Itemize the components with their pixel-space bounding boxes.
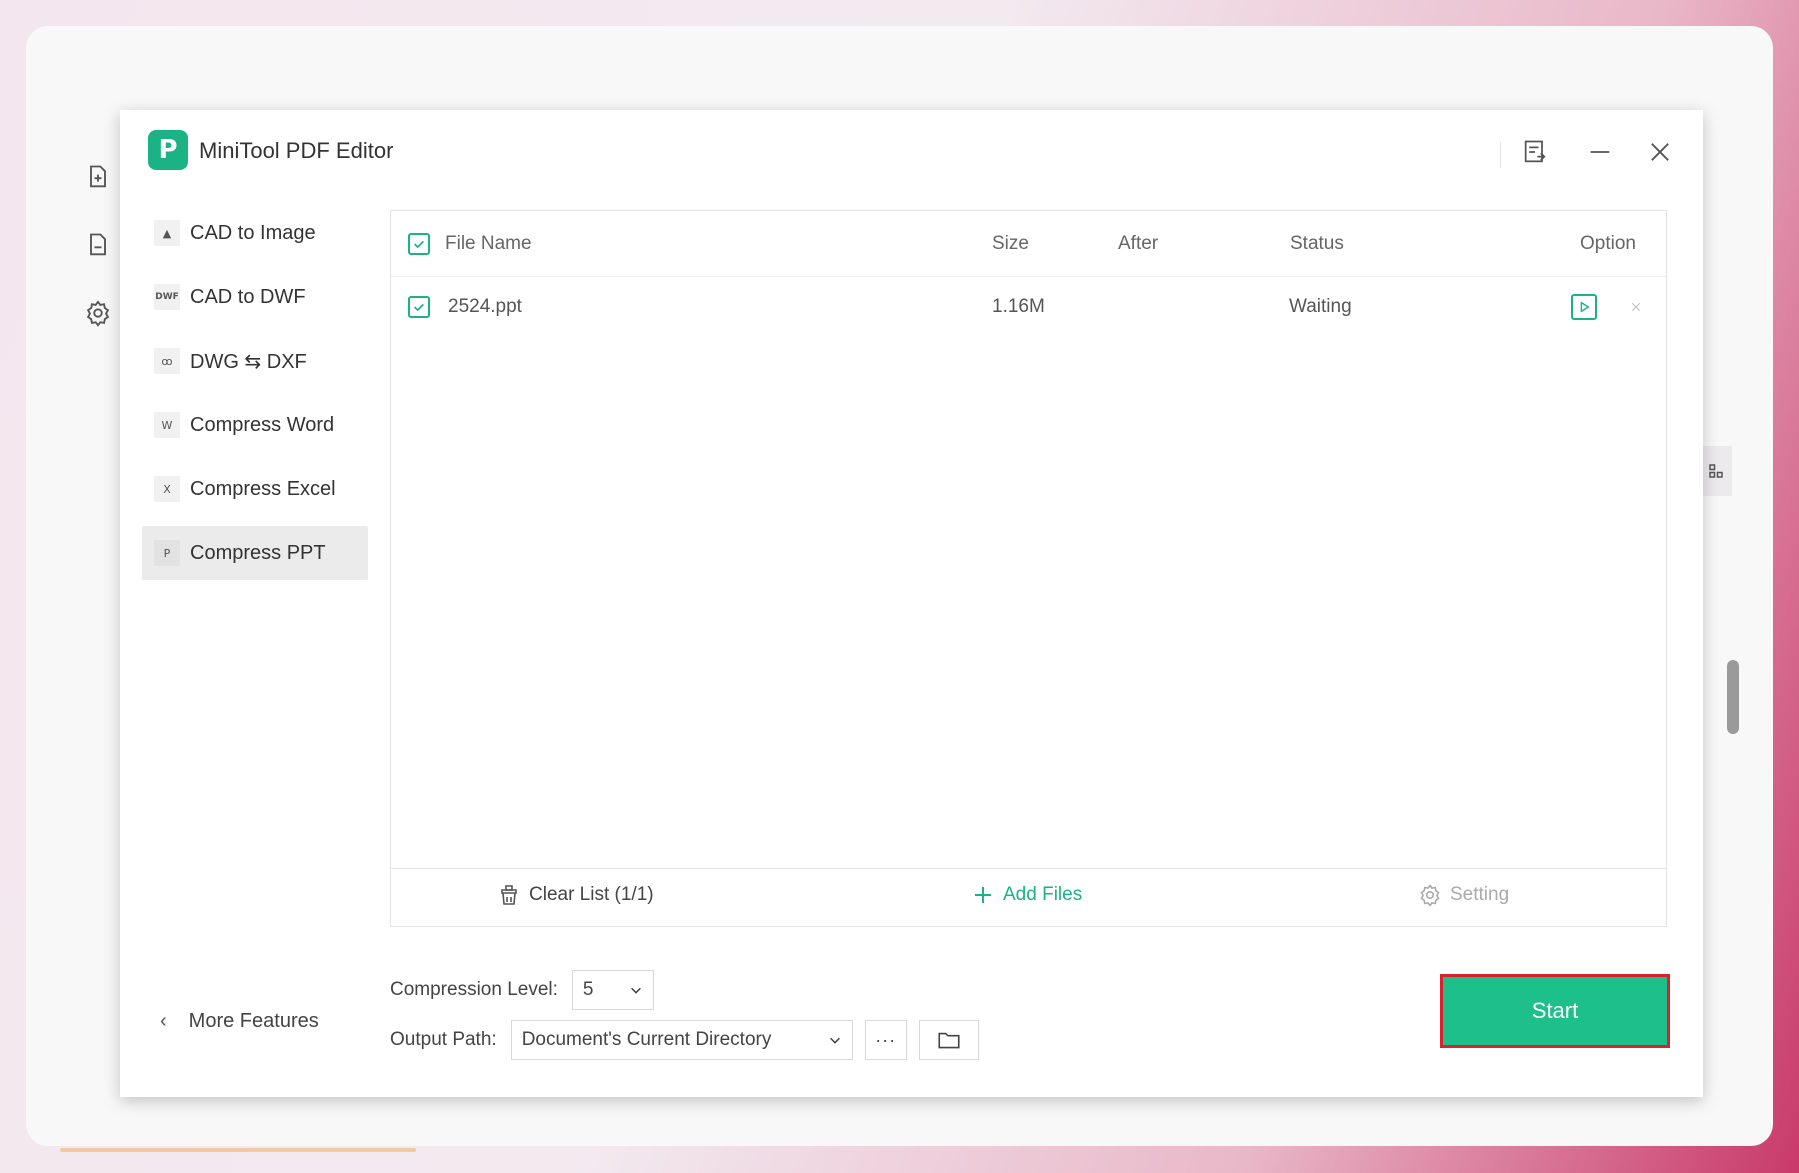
column-size: Size <box>992 233 1029 254</box>
broom-icon <box>501 885 517 905</box>
more-features-label: More Features <box>188 1010 319 1032</box>
panel-toggle-handle[interactable] <box>1700 446 1732 496</box>
sidebar-item-compress-excel[interactable]: X Compress Excel <box>142 462 368 516</box>
sidebar-item-label: Compress Excel <box>190 477 336 500</box>
ppt-compress-icon: P <box>154 540 180 566</box>
sidebar-item-label: Compress PPT <box>190 541 326 564</box>
chevron-down-icon <box>829 1037 840 1044</box>
ellipsis-icon: ··· <box>875 1029 897 1050</box>
excel-compress-icon: X <box>154 476 180 502</box>
sidebar-item-compress-ppt[interactable]: P Compress PPT <box>142 526 368 580</box>
compression-level-select[interactable]: 5 <box>571 970 654 1010</box>
sidebar-item-dwg-dxf[interactable]: ꝏ DWG ⇆ DXF <box>142 334 368 388</box>
browse-more-button[interactable]: ··· <box>864 1020 907 1060</box>
output-path-label: Output Path: <box>390 1029 497 1050</box>
output-path-row: Output Path: Document's Current Director… <box>390 1020 979 1060</box>
settings-gear-icon <box>1420 884 1440 907</box>
chevron-left-icon: ‹ <box>160 1010 167 1032</box>
app-title: MiniTool PDF Editor <box>199 138 394 163</box>
table-row[interactable]: 2524.ppt 1.16M Waiting <box>391 277 1666 337</box>
file-list-header: File Name Size After Status Option <box>391 211 1666 277</box>
column-option: Option <box>1580 233 1636 254</box>
row-checkbox[interactable] <box>408 296 430 318</box>
output-path-select[interactable]: Document's Current Directory <box>510 1020 853 1060</box>
sidebar-item-label: CAD to Image <box>190 221 316 244</box>
sidebar-item-label: Compress Word <box>190 413 335 436</box>
dwf-icon: DWF <box>154 284 180 310</box>
image-icon: ▲ <box>154 220 180 246</box>
start-button[interactable]: Start <box>1440 974 1670 1048</box>
progress-line <box>60 1148 416 1152</box>
column-status: Status <box>1290 233 1344 254</box>
title-bar: P MiniTool PDF Editor <box>120 110 1703 194</box>
check-icon <box>414 303 424 312</box>
sidebar-item-cad-to-dwf[interactable]: DWF CAD to DWF <box>142 270 368 324</box>
close-button[interactable] <box>1642 134 1678 170</box>
close-icon <box>1651 143 1669 161</box>
check-icon <box>414 240 424 249</box>
clear-list-button[interactable]: Clear List (1/1) <box>497 883 654 907</box>
minimize-button[interactable] <box>1582 134 1618 170</box>
setting-label: Setting <box>1450 884 1510 905</box>
file-name: 2524.ppt <box>448 296 522 317</box>
logo-letter: P <box>158 135 178 165</box>
start-file-button[interactable] <box>1571 294 1597 320</box>
word-compress-icon: W <box>154 412 180 438</box>
new-document-icon[interactable] <box>76 155 120 199</box>
folder-icon <box>938 1032 960 1049</box>
play-icon <box>1580 301 1590 313</box>
sidebar-item-cad-to-image[interactable]: ▲ CAD to Image <box>142 206 368 260</box>
feedback-icon <box>1524 140 1546 163</box>
dwg-dxf-icon: ꝏ <box>154 348 180 374</box>
compression-level-value: 5 <box>582 979 594 1000</box>
settings-gear-icon[interactable] <box>76 291 120 335</box>
plus-icon <box>975 887 991 903</box>
column-file-name: File Name <box>445 233 532 254</box>
file-status: Waiting <box>1289 296 1352 317</box>
document-icon[interactable] <box>76 223 120 267</box>
sidebar-item-compress-word[interactable]: W Compress Word <box>142 398 368 452</box>
chevron-down-icon <box>630 987 641 994</box>
sidebar-item-label: DWG ⇆ DXF <box>190 350 307 373</box>
add-files-label: Add Files <box>1003 884 1083 905</box>
add-files-button[interactable]: Add Files <box>971 883 1082 907</box>
remove-file-button[interactable] <box>1625 296 1647 318</box>
compress-dialog: P MiniTool PDF Editor ▲ CAD to Image DWF… <box>120 110 1703 1097</box>
close-icon <box>1631 302 1641 312</box>
feedback-button[interactable] <box>1517 134 1553 170</box>
open-folder-button[interactable] <box>918 1020 979 1060</box>
compression-level-label: Compression Level: <box>390 979 558 1000</box>
feature-sidebar: ▲ CAD to Image DWF CAD to DWF ꝏ DWG ⇆ DX… <box>142 206 368 590</box>
output-path-value: Document's Current Directory <box>521 1029 772 1050</box>
start-label: Start <box>1531 998 1579 1023</box>
file-list-footer: Clear List (1/1) Add Files Setting <box>391 868 1666 926</box>
select-all-checkbox[interactable] <box>408 233 430 255</box>
title-divider <box>1500 142 1501 168</box>
scrollbar-thumb[interactable] <box>1727 660 1739 734</box>
left-toolbar <box>76 155 120 359</box>
grid-icon <box>1709 464 1723 478</box>
minimize-icon <box>1590 151 1610 153</box>
sidebar-item-label: CAD to DWF <box>190 285 306 308</box>
setting-button[interactable]: Setting <box>1418 883 1509 907</box>
clear-list-label: Clear List (1/1) <box>529 884 654 905</box>
more-features-link[interactable]: ‹ More Features <box>160 1010 319 1033</box>
app-logo: P <box>148 130 188 170</box>
file-list-panel: File Name Size After Status Option 2524.… <box>390 210 1667 927</box>
column-after: After <box>1118 233 1159 254</box>
file-size: 1.16M <box>992 296 1045 317</box>
compression-level-row: Compression Level: 5 <box>390 970 654 1010</box>
